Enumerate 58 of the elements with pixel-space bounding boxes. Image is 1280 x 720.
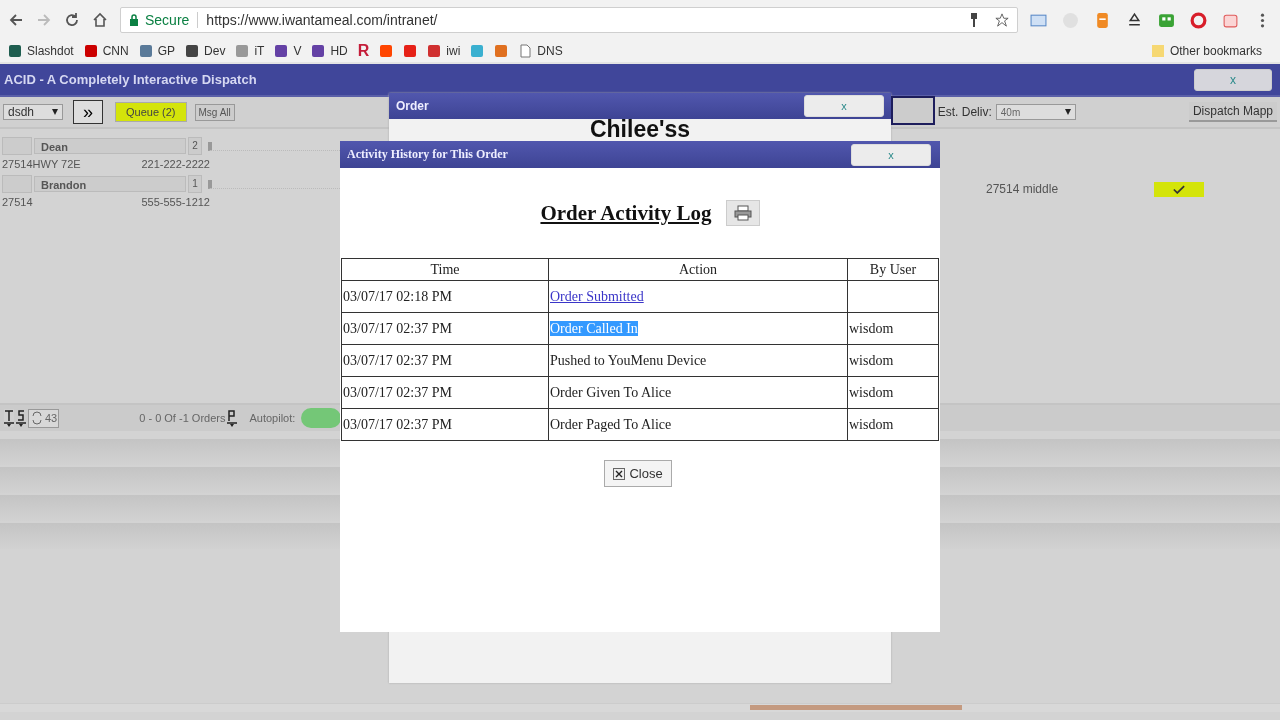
driver-count: 1 (188, 175, 202, 193)
autopilot-label: Autopilot: (249, 412, 296, 424)
table-cell: wisdom (849, 416, 894, 432)
table-cell: Order Paged To Alice (550, 416, 672, 432)
bookmark-label[interactable]: V (293, 44, 302, 58)
table-cell: wisdom (849, 384, 894, 400)
bookmark-label[interactable]: CNN (102, 44, 129, 58)
driver-count: 2 (188, 137, 202, 155)
bookmark-label[interactable]: Other bookmarks (1169, 44, 1262, 58)
driver-phone: 221-222-2222 (141, 158, 210, 170)
dispatcher-select[interactable]: dsdh (3, 104, 63, 120)
table-cell: Order Given To Alice (550, 384, 672, 400)
column-header: Time (341, 258, 549, 281)
dialog-title: Order (396, 99, 429, 113)
table-cell: 03/07/17 02:37 PM (341, 376, 549, 409)
bookmark-label[interactable]: iwi (446, 44, 461, 58)
bookmark-label[interactable]: HD (330, 44, 348, 58)
driver-phone: 555-555-1212 (141, 196, 210, 208)
secure-label: Secure (145, 12, 190, 28)
bookmark-label[interactable]: DNS (537, 44, 563, 58)
forward-button[interactable]: » (73, 100, 103, 124)
refresh-button[interactable]: 43 (28, 408, 60, 428)
table-cell: 03/07/17 02:18 PM (341, 280, 549, 313)
app-title: ACID - A Completely Interactive Dispatch (4, 72, 257, 87)
driver-address: 27514HWY 72E (2, 158, 81, 170)
table-cell: 03/07/17 02:37 PM (341, 408, 549, 441)
url-text: https://www.iwantameal.com/intranet/ (206, 12, 438, 28)
bookmark-label[interactable]: Dev (204, 44, 226, 58)
est-deliv-select[interactable]: 40m (995, 104, 1076, 120)
dispatch-map-button[interactable]: Dispatch Mapp (1188, 102, 1277, 122)
bookmark-label[interactable]: GP (157, 44, 176, 58)
close-button[interactable]: Close (604, 460, 672, 487)
column-header: By User (847, 258, 939, 281)
driver-address: 27514 (2, 196, 33, 208)
dialog-title: Activity History for This Order (347, 147, 508, 162)
table-cell: 03/07/17 02:37 PM (341, 344, 549, 377)
table-cell: Order Called In (550, 320, 638, 336)
est-deliv-label: Est. Deliv: (937, 105, 992, 119)
driver-name[interactable]: Dean (34, 138, 186, 154)
msg-all-button[interactable]: Msg All (194, 103, 235, 121)
driver-name[interactable]: Brandon (34, 176, 186, 192)
log-heading: Order Activity Log (540, 200, 712, 226)
table-cell: wisdom (849, 352, 894, 368)
table-cell: wisdom (849, 320, 894, 336)
action-link[interactable]: Order Submitted (550, 288, 644, 304)
bookmark-label[interactable]: R (357, 42, 370, 60)
queue-button[interactable]: Queue (2) (115, 102, 187, 122)
table-cell: Pushed to YouMenu Device (550, 352, 707, 368)
orders-count: 0 - 0 Of -1 Orders (139, 412, 226, 424)
column-header: Action (548, 258, 848, 281)
table-cell: 03/07/17 02:37 PM (341, 312, 549, 345)
address-bar[interactable]: Secure https://www.iwantameal.com/intranet/ (120, 7, 1018, 33)
close-button[interactable]: x (851, 143, 931, 166)
bookmark-label[interactable]: iT (254, 44, 265, 58)
close-button[interactable]: x (804, 95, 884, 117)
bookmark-label[interactable]: Slashdot (27, 44, 74, 58)
order-address: 27514 middle (986, 182, 1059, 196)
restaurant-name: Chilee'ss (588, 119, 692, 140)
